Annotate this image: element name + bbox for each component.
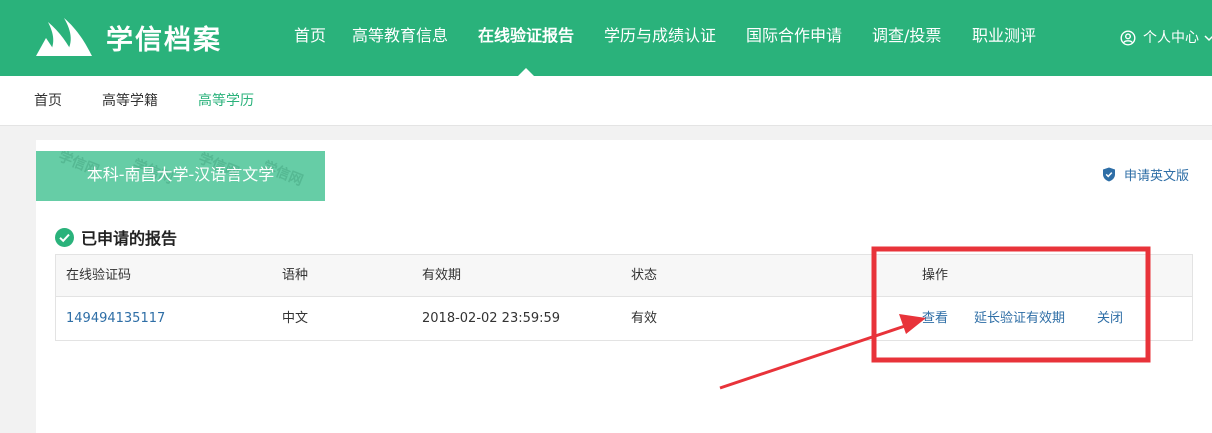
validity-cell: 2018-02-02 23:59:59 xyxy=(422,311,561,326)
close-report-link[interactable]: 关闭 xyxy=(1097,297,1123,340)
nav-label: 调查/投票 xyxy=(872,26,942,45)
shield-check-icon xyxy=(1103,167,1115,182)
degree-report-card: 学信网 学信网 学信网 学信网 本科-南昌大学-汉语言文学 申请英文版 已申请的… xyxy=(36,140,1212,433)
nav-higher-education-info[interactable]: 高等教育信息 xyxy=(352,0,448,76)
apply-english-label: 申请英文版 xyxy=(1124,169,1190,184)
nav-career-assessment[interactable]: 职业测评 xyxy=(972,0,1036,76)
nav-home[interactable]: 首页 xyxy=(294,0,326,76)
view-report-link[interactable]: 查看 xyxy=(922,297,948,340)
degree-label: 本科-南昌大学-汉语言文学 xyxy=(86,165,275,184)
breadcrumb-nav: 首页 高等学籍 高等学历 xyxy=(0,76,1212,126)
degree-banner: 学信网 学信网 学信网 学信网 本科-南昌大学-汉语言文学 xyxy=(36,151,325,201)
subnav-higher-degree[interactable]: 高等学历 xyxy=(198,76,254,126)
nav-degree-transcript-certification[interactable]: 学历与成绩认证 xyxy=(604,0,716,76)
book-pages-logo-icon xyxy=(36,18,92,56)
site-logo[interactable]: 学信档案 xyxy=(34,14,222,60)
nav-label: 职业测评 xyxy=(972,26,1037,45)
check-circle-icon xyxy=(55,227,74,247)
extend-validity-link[interactable]: 延长验证有效期 xyxy=(974,297,1065,340)
user-center-menu[interactable]: 个人中心 xyxy=(1120,0,1212,76)
chevron-down-icon xyxy=(1204,35,1212,42)
nav-label: 首页 xyxy=(294,26,327,45)
user-center-label: 个人中心 xyxy=(1143,30,1199,46)
report-table: 在线验证码 语种 有效期 状态 操作 149494135117 中文 2018-… xyxy=(55,254,1193,341)
subnav-home[interactable]: 首页 xyxy=(34,76,62,126)
header-verification-code: 在线验证码 xyxy=(66,268,132,283)
header-status: 状态 xyxy=(631,268,658,283)
active-nav-caret xyxy=(518,68,534,76)
nav-online-verification-report[interactable]: 在线验证报告 xyxy=(478,0,574,76)
top-nav-bar: 学信档案 首页 高等教育信息 在线验证报告 学历与成绩认证 国际合作申请 调查/… xyxy=(0,0,1212,76)
apply-english-version-link[interactable]: 申请英文版 xyxy=(1102,165,1189,184)
subnav-higher-enrollment[interactable]: 高等学籍 xyxy=(102,76,158,126)
verification-code-link[interactable]: 149494135117 xyxy=(66,297,165,340)
status-cell: 有效 xyxy=(631,311,658,326)
header-actions: 操作 xyxy=(922,268,949,283)
header-language: 语种 xyxy=(282,268,309,283)
user-circle-icon xyxy=(1120,30,1136,46)
nav-label: 学历与成绩认证 xyxy=(604,26,717,45)
header-validity: 有效期 xyxy=(422,268,462,283)
section-title: 已申请的报告 xyxy=(55,225,177,249)
nav-label: 高等教育信息 xyxy=(352,26,449,45)
nav-label: 国际合作申请 xyxy=(746,26,843,45)
table-header: 在线验证码 语种 有效期 状态 操作 xyxy=(56,255,1192,297)
nav-survey-vote[interactable]: 调查/投票 xyxy=(872,0,941,76)
nav-label: 在线验证报告 xyxy=(478,26,575,45)
language-cell: 中文 xyxy=(282,311,309,326)
section-title-text: 已申请的报告 xyxy=(81,229,178,248)
logo-text: 学信档案 xyxy=(106,24,222,56)
nav-international-cooperation[interactable]: 国际合作申请 xyxy=(746,0,842,76)
